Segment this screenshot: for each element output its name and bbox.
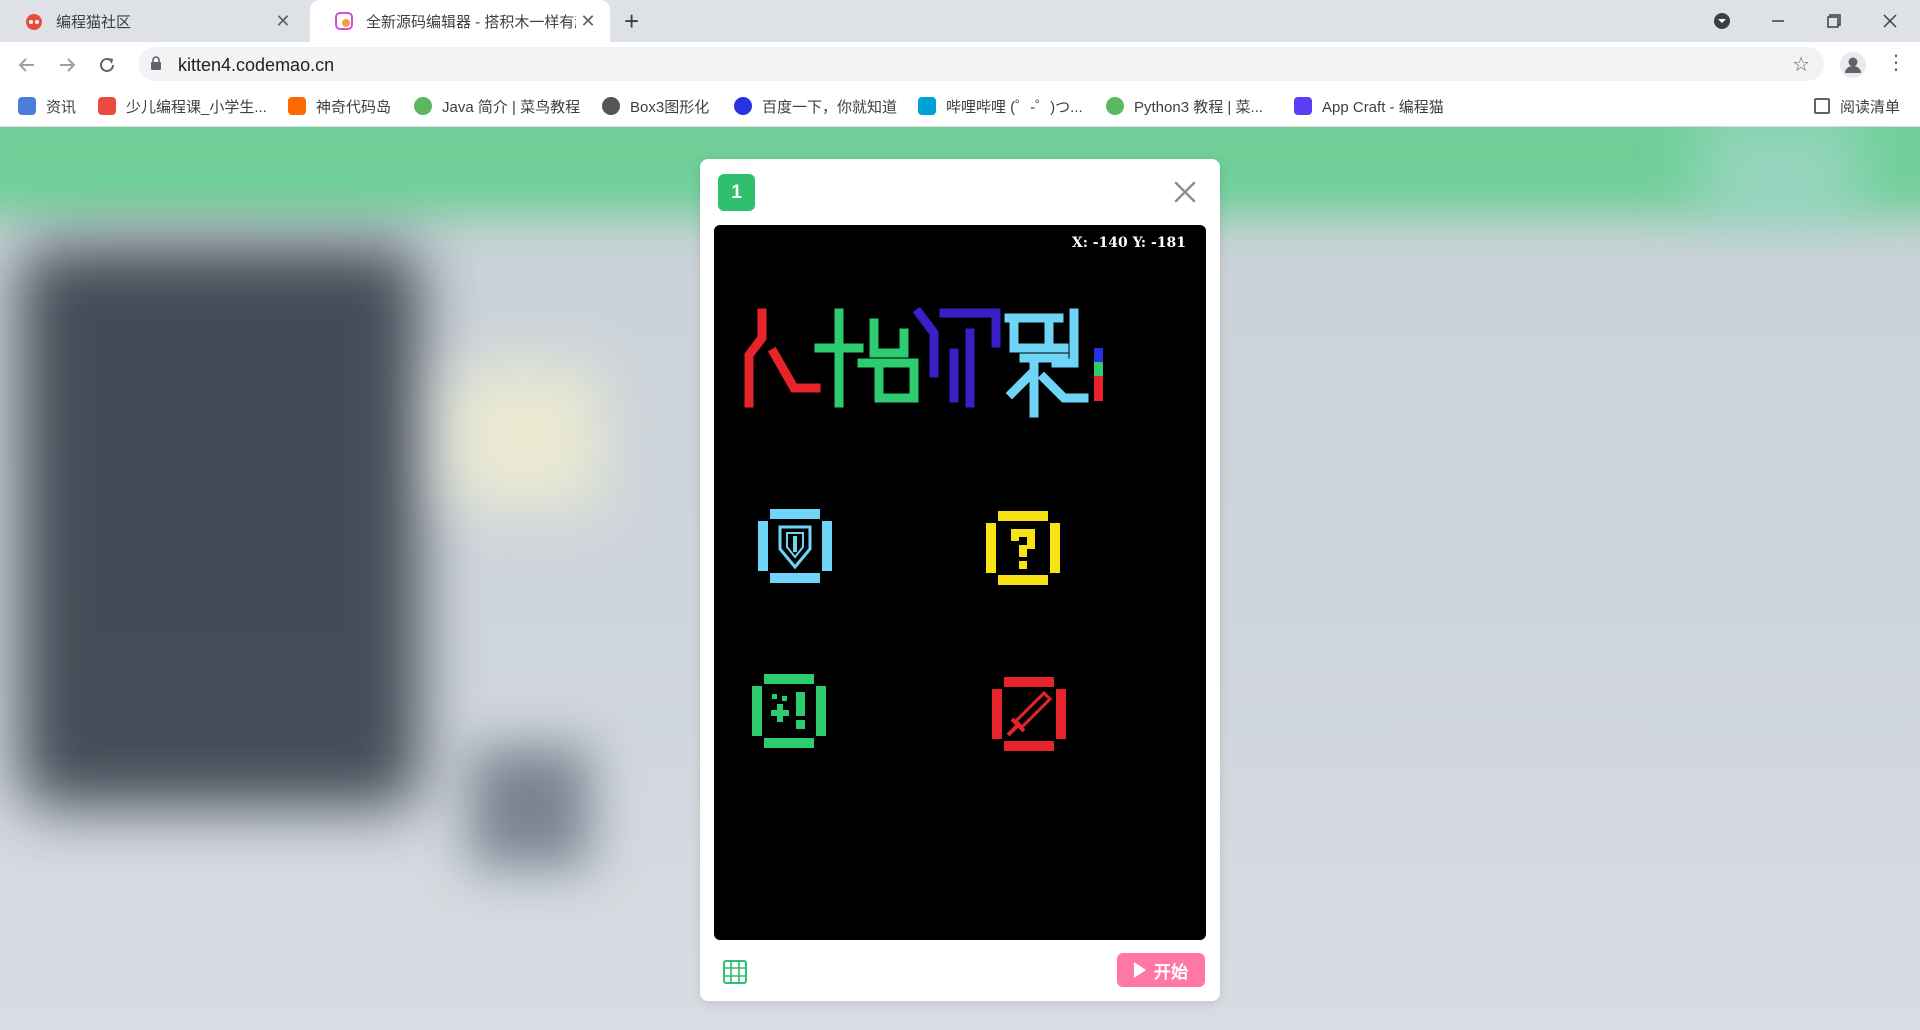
player-modal: 1 X: -140 Y: -181 开始 (700, 159, 1220, 1001)
blurred-shape (470, 747, 590, 867)
bookmark-item[interactable]: 资讯 (18, 86, 76, 126)
address-bar[interactable]: kitten4.codemao.cn ☆ (138, 47, 1824, 81)
bookmark-label: Java 简介 | 菜鸟教程 (442, 98, 581, 116)
close-window-button[interactable] (1862, 0, 1918, 42)
browser-menu-icon[interactable]: ⋮ (1886, 50, 1906, 75)
bookmark-label: 哔哩哔哩 (゜-゜)つ... (946, 98, 1083, 116)
bookmark-favicon-icon (918, 97, 936, 115)
reading-list-label: 阅读清单 (1839, 98, 1900, 116)
bookmark-favicon-icon (98, 97, 116, 115)
bookmark-label: 神奇代码岛 (316, 98, 392, 116)
bookmark-favicon-icon (18, 97, 36, 115)
reading-list-button[interactable]: 阅读清单 (1813, 86, 1900, 126)
back-button[interactable] (14, 52, 40, 78)
forward-arrow-icon (60, 58, 76, 72)
tab-codemao-community[interactable]: 编程猫社区 ✕ (0, 0, 305, 42)
bookmark-favicon-icon (414, 97, 432, 115)
grid-toggle-icon[interactable] (722, 959, 748, 985)
bookmark-item[interactable]: App Craft - 编程猫 (1294, 86, 1444, 126)
bookmark-label: Box3图形化 (630, 98, 710, 116)
person-icon (1845, 57, 1861, 73)
back-arrow-icon (18, 58, 34, 72)
reload-icon (100, 57, 114, 72)
tab-title: 编程猫社区 (56, 13, 132, 31)
bookmark-label: 资讯 (46, 98, 77, 116)
screen-badge: 1 (718, 174, 755, 211)
bookmark-item[interactable]: 百度一下，你就知道 (734, 86, 897, 126)
bookmark-favicon-icon (1294, 97, 1312, 115)
codemao-favicon-icon (26, 14, 42, 30)
tab-strip: 编程猫社区 ✕ 全新源码编辑器 - 搭积木一样有趣 ✕ + (0, 0, 1920, 42)
bookmarks-bar: 资讯 少儿编程课_小学生... 神奇代码岛 Java 简介 | 菜鸟教程 Box… (0, 86, 1920, 127)
tab-close-icon[interactable]: ✕ (576, 11, 600, 32)
tab-title: 全新源码编辑器 - 搭积木一样有趣 (366, 13, 576, 31)
bookmark-label: App Craft - 编程猫 (1322, 98, 1444, 116)
lock-icon (151, 56, 161, 70)
start-label: 开始 (1154, 962, 1188, 982)
play-icon (1134, 962, 1146, 978)
profile-avatar[interactable] (1840, 52, 1866, 78)
pixel-title-art (744, 306, 1103, 418)
new-tab-button[interactable]: + (624, 6, 639, 37)
tab-search-icon[interactable] (1694, 0, 1750, 42)
bookmark-label: 少儿编程课_小学生... (126, 98, 267, 116)
bookmark-item[interactable]: Python3 教程 | 菜... (1106, 86, 1263, 126)
tab-source-editor[interactable]: 全新源码编辑器 - 搭积木一样有趣 ✕ (310, 0, 610, 42)
close-modal-icon[interactable] (1168, 175, 1202, 209)
bookmark-favicon-icon (1106, 97, 1124, 115)
bookmark-label: Python3 教程 | 菜... (1134, 98, 1263, 116)
bookmark-item[interactable]: 少儿编程课_小学生... (98, 86, 267, 126)
restore-button[interactable] (1806, 0, 1862, 42)
sword-icon[interactable] (992, 677, 1066, 751)
reload-button[interactable] (94, 52, 120, 78)
game-stage[interactable]: X: -140 Y: -181 (714, 225, 1206, 940)
bookmark-favicon-icon (734, 97, 752, 115)
browser-toolbar: kitten4.codemao.cn ☆ (0, 42, 1920, 86)
heal-icon[interactable] (752, 674, 826, 748)
start-button[interactable]: 开始 (1117, 953, 1205, 987)
bookmark-favicon-icon (288, 97, 306, 115)
question-icon[interactable] (986, 511, 1060, 585)
bookmark-label: 百度一下，你就知道 (762, 98, 898, 116)
tab-close-icon[interactable]: ✕ (271, 11, 295, 32)
blurred-panel (20, 247, 420, 807)
blurred-shape (1700, 127, 1860, 227)
mouse-coordinates: X: -140 Y: -181 (1071, 235, 1186, 251)
blurred-shape (450, 367, 600, 507)
forward-button[interactable] (54, 52, 80, 78)
bookmark-star-icon[interactable]: ☆ (1792, 52, 1810, 77)
bookmark-favicon-icon (602, 97, 620, 115)
url-text: kitten4.codemao.cn (178, 55, 335, 75)
kitten-favicon-icon (335, 12, 353, 30)
bookmark-item[interactable]: Box3图形化 (602, 86, 709, 126)
shield-icon[interactable] (758, 509, 832, 583)
minimize-button[interactable] (1750, 0, 1806, 42)
bookmark-item[interactable]: Java 简介 | 菜鸟教程 (414, 86, 580, 126)
reading-list-icon (1813, 98, 1830, 114)
bookmark-item[interactable]: 神奇代码岛 (288, 86, 391, 126)
bookmark-item[interactable]: 哔哩哔哩 (゜-゜)つ... (918, 86, 1083, 126)
